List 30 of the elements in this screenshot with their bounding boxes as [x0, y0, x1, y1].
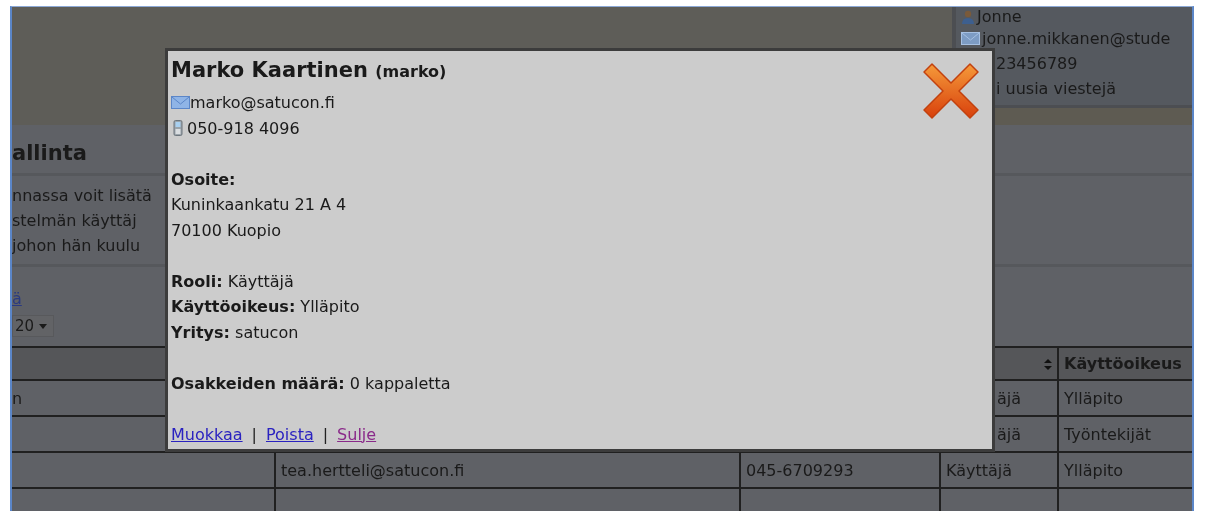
page-size-select[interactable]: 20 [12, 315, 55, 337]
mobile-phone-icon [173, 120, 183, 137]
address-text: 70100 Kuopio [171, 219, 281, 242]
table-cell: Ylläpito [1058, 452, 1192, 488]
close-icon[interactable] [922, 62, 980, 120]
user-icon [961, 9, 975, 24]
separator-text: | [322, 423, 329, 446]
mail-icon [171, 96, 190, 110]
sort-icon [1044, 359, 1052, 370]
caret-icon [39, 323, 48, 329]
dialog-link[interactable]: Muokkaa [171, 421, 243, 447]
user-name: Jonne [977, 7, 1022, 26]
address-text: Kuninkaankatu 21 A 4 [171, 194, 347, 216]
dialog-link[interactable]: Poista [266, 421, 314, 447]
email-text: jonne.mikkanen@stude [982, 29, 1171, 48]
table-cell: Ylläpito [1058, 380, 1192, 416]
mail-icon [961, 32, 980, 45]
table-cell: Työntekijät [1058, 416, 1192, 452]
description-text: johon hän kuulu [12, 235, 141, 257]
messages-text: i uusia viestejä [996, 79, 1116, 98]
phone-text: 23456789 [996, 54, 1078, 73]
dialog-title: Marko Kaartinen (marko) [171, 58, 447, 84]
dialog-link[interactable]: Sulje [337, 421, 377, 447]
separator-text: | [251, 423, 257, 446]
detail-text: Käyttöoikeus: Ylläpito [171, 296, 360, 318]
description-text: nnassa voit lisätä [12, 185, 152, 207]
detail-text: Rooli: Käyttäjä [171, 270, 294, 293]
description-text: stelmän käyttäj [12, 210, 137, 232]
email-text: marko@satucon.fi [190, 92, 335, 114]
detail-text: Yritys: satucon [171, 321, 299, 344]
